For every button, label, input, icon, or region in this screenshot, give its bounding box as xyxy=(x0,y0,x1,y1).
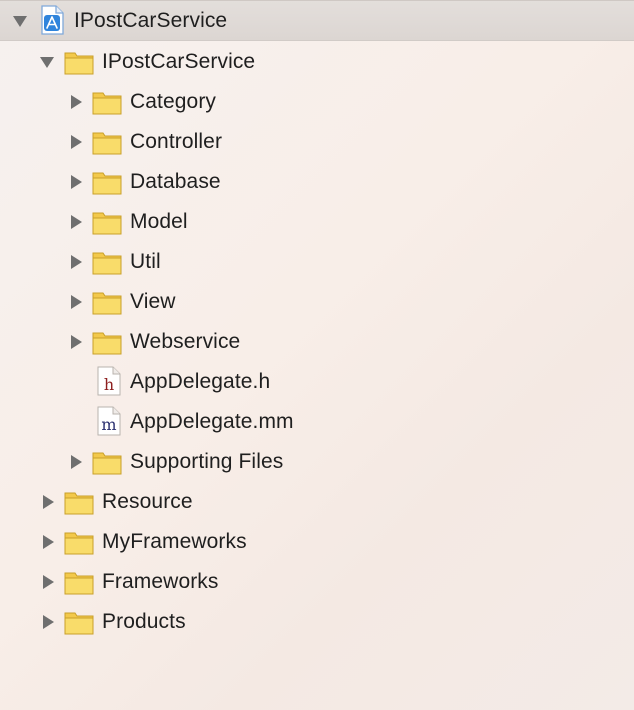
folder-row-resource[interactable]: Resource xyxy=(0,482,634,522)
folder-icon xyxy=(64,607,94,637)
disclosure-collapsed-icon[interactable] xyxy=(68,174,84,190)
folder-row-util[interactable]: Util xyxy=(0,242,634,282)
folder-row-database[interactable]: Database xyxy=(0,162,634,202)
folder-label: Model xyxy=(130,210,188,233)
folder-label: View xyxy=(130,290,176,313)
file-row-appdelegate-h[interactable]: h AppDelegate.h xyxy=(0,362,634,402)
disclosure-collapsed-icon[interactable] xyxy=(68,454,84,470)
folder-icon xyxy=(64,527,94,557)
disclosure-collapsed-icon[interactable] xyxy=(68,134,84,150)
disclosure-collapsed-icon[interactable] xyxy=(40,614,56,630)
folder-icon xyxy=(92,127,122,157)
folder-icon xyxy=(92,207,122,237)
disclosure-collapsed-icon[interactable] xyxy=(68,214,84,230)
folder-label: Supporting Files xyxy=(130,450,284,473)
folder-row-myframeworks[interactable]: MyFrameworks xyxy=(0,522,634,562)
xcode-project-icon xyxy=(37,5,67,35)
folder-row-model[interactable]: Model xyxy=(0,202,634,242)
folder-label: Frameworks xyxy=(102,570,219,593)
svg-text:m: m xyxy=(101,415,116,434)
folder-label: MyFrameworks xyxy=(102,530,247,553)
folder-icon xyxy=(92,247,122,277)
folder-icon xyxy=(64,567,94,597)
disclosure-expanded-icon[interactable] xyxy=(39,54,55,70)
source-file-icon: m xyxy=(94,406,124,436)
disclosure-collapsed-icon[interactable] xyxy=(68,94,84,110)
disclosure-collapsed-icon[interactable] xyxy=(68,294,84,310)
folder-row-webservice[interactable]: Webservice xyxy=(0,322,634,362)
folder-icon xyxy=(92,287,122,317)
folder-row-ipostcarservice[interactable]: IPostCarService xyxy=(0,42,634,82)
folder-row-controller[interactable]: Controller xyxy=(0,122,634,162)
folder-icon xyxy=(92,447,122,477)
disclosure-collapsed-icon[interactable] xyxy=(40,494,56,510)
file-row-appdelegate-mm[interactable]: m AppDelegate.mm xyxy=(0,402,634,442)
disclosure-collapsed-icon[interactable] xyxy=(68,254,84,270)
disclosure-collapsed-icon[interactable] xyxy=(40,534,56,550)
project-name: IPostCarService xyxy=(74,8,228,32)
file-label: AppDelegate.mm xyxy=(130,410,294,433)
folder-label: Resource xyxy=(102,490,193,513)
header-file-icon: h xyxy=(94,366,124,396)
svg-text:h: h xyxy=(104,375,114,394)
disclosure-collapsed-icon[interactable] xyxy=(40,574,56,590)
folder-label: Util xyxy=(130,250,161,273)
folder-icon xyxy=(92,167,122,197)
folder-row-supporting-files[interactable]: Supporting Files xyxy=(0,442,634,482)
folder-icon xyxy=(92,327,122,357)
folder-label: Webservice xyxy=(130,330,241,353)
project-navigator: IPostCarService IPostCarService Category xyxy=(0,0,634,710)
folder-row-view[interactable]: View xyxy=(0,282,634,322)
disclosure-collapsed-icon[interactable] xyxy=(68,334,84,350)
folder-label: Database xyxy=(130,170,221,193)
folder-icon xyxy=(92,87,122,117)
folder-row-products[interactable]: Products xyxy=(0,602,634,642)
project-row[interactable]: IPostCarService xyxy=(0,1,634,41)
folder-label: Controller xyxy=(130,130,223,153)
folder-row-frameworks[interactable]: Frameworks xyxy=(0,562,634,602)
folder-icon xyxy=(64,47,94,77)
folder-row-category[interactable]: Category xyxy=(0,82,634,122)
folder-label: Products xyxy=(102,610,186,633)
disclosure-expanded-icon[interactable] xyxy=(12,13,28,29)
folder-label: IPostCarService xyxy=(102,50,256,73)
folder-icon xyxy=(64,487,94,517)
folder-label: Category xyxy=(130,90,217,113)
file-label: AppDelegate.h xyxy=(130,370,271,393)
